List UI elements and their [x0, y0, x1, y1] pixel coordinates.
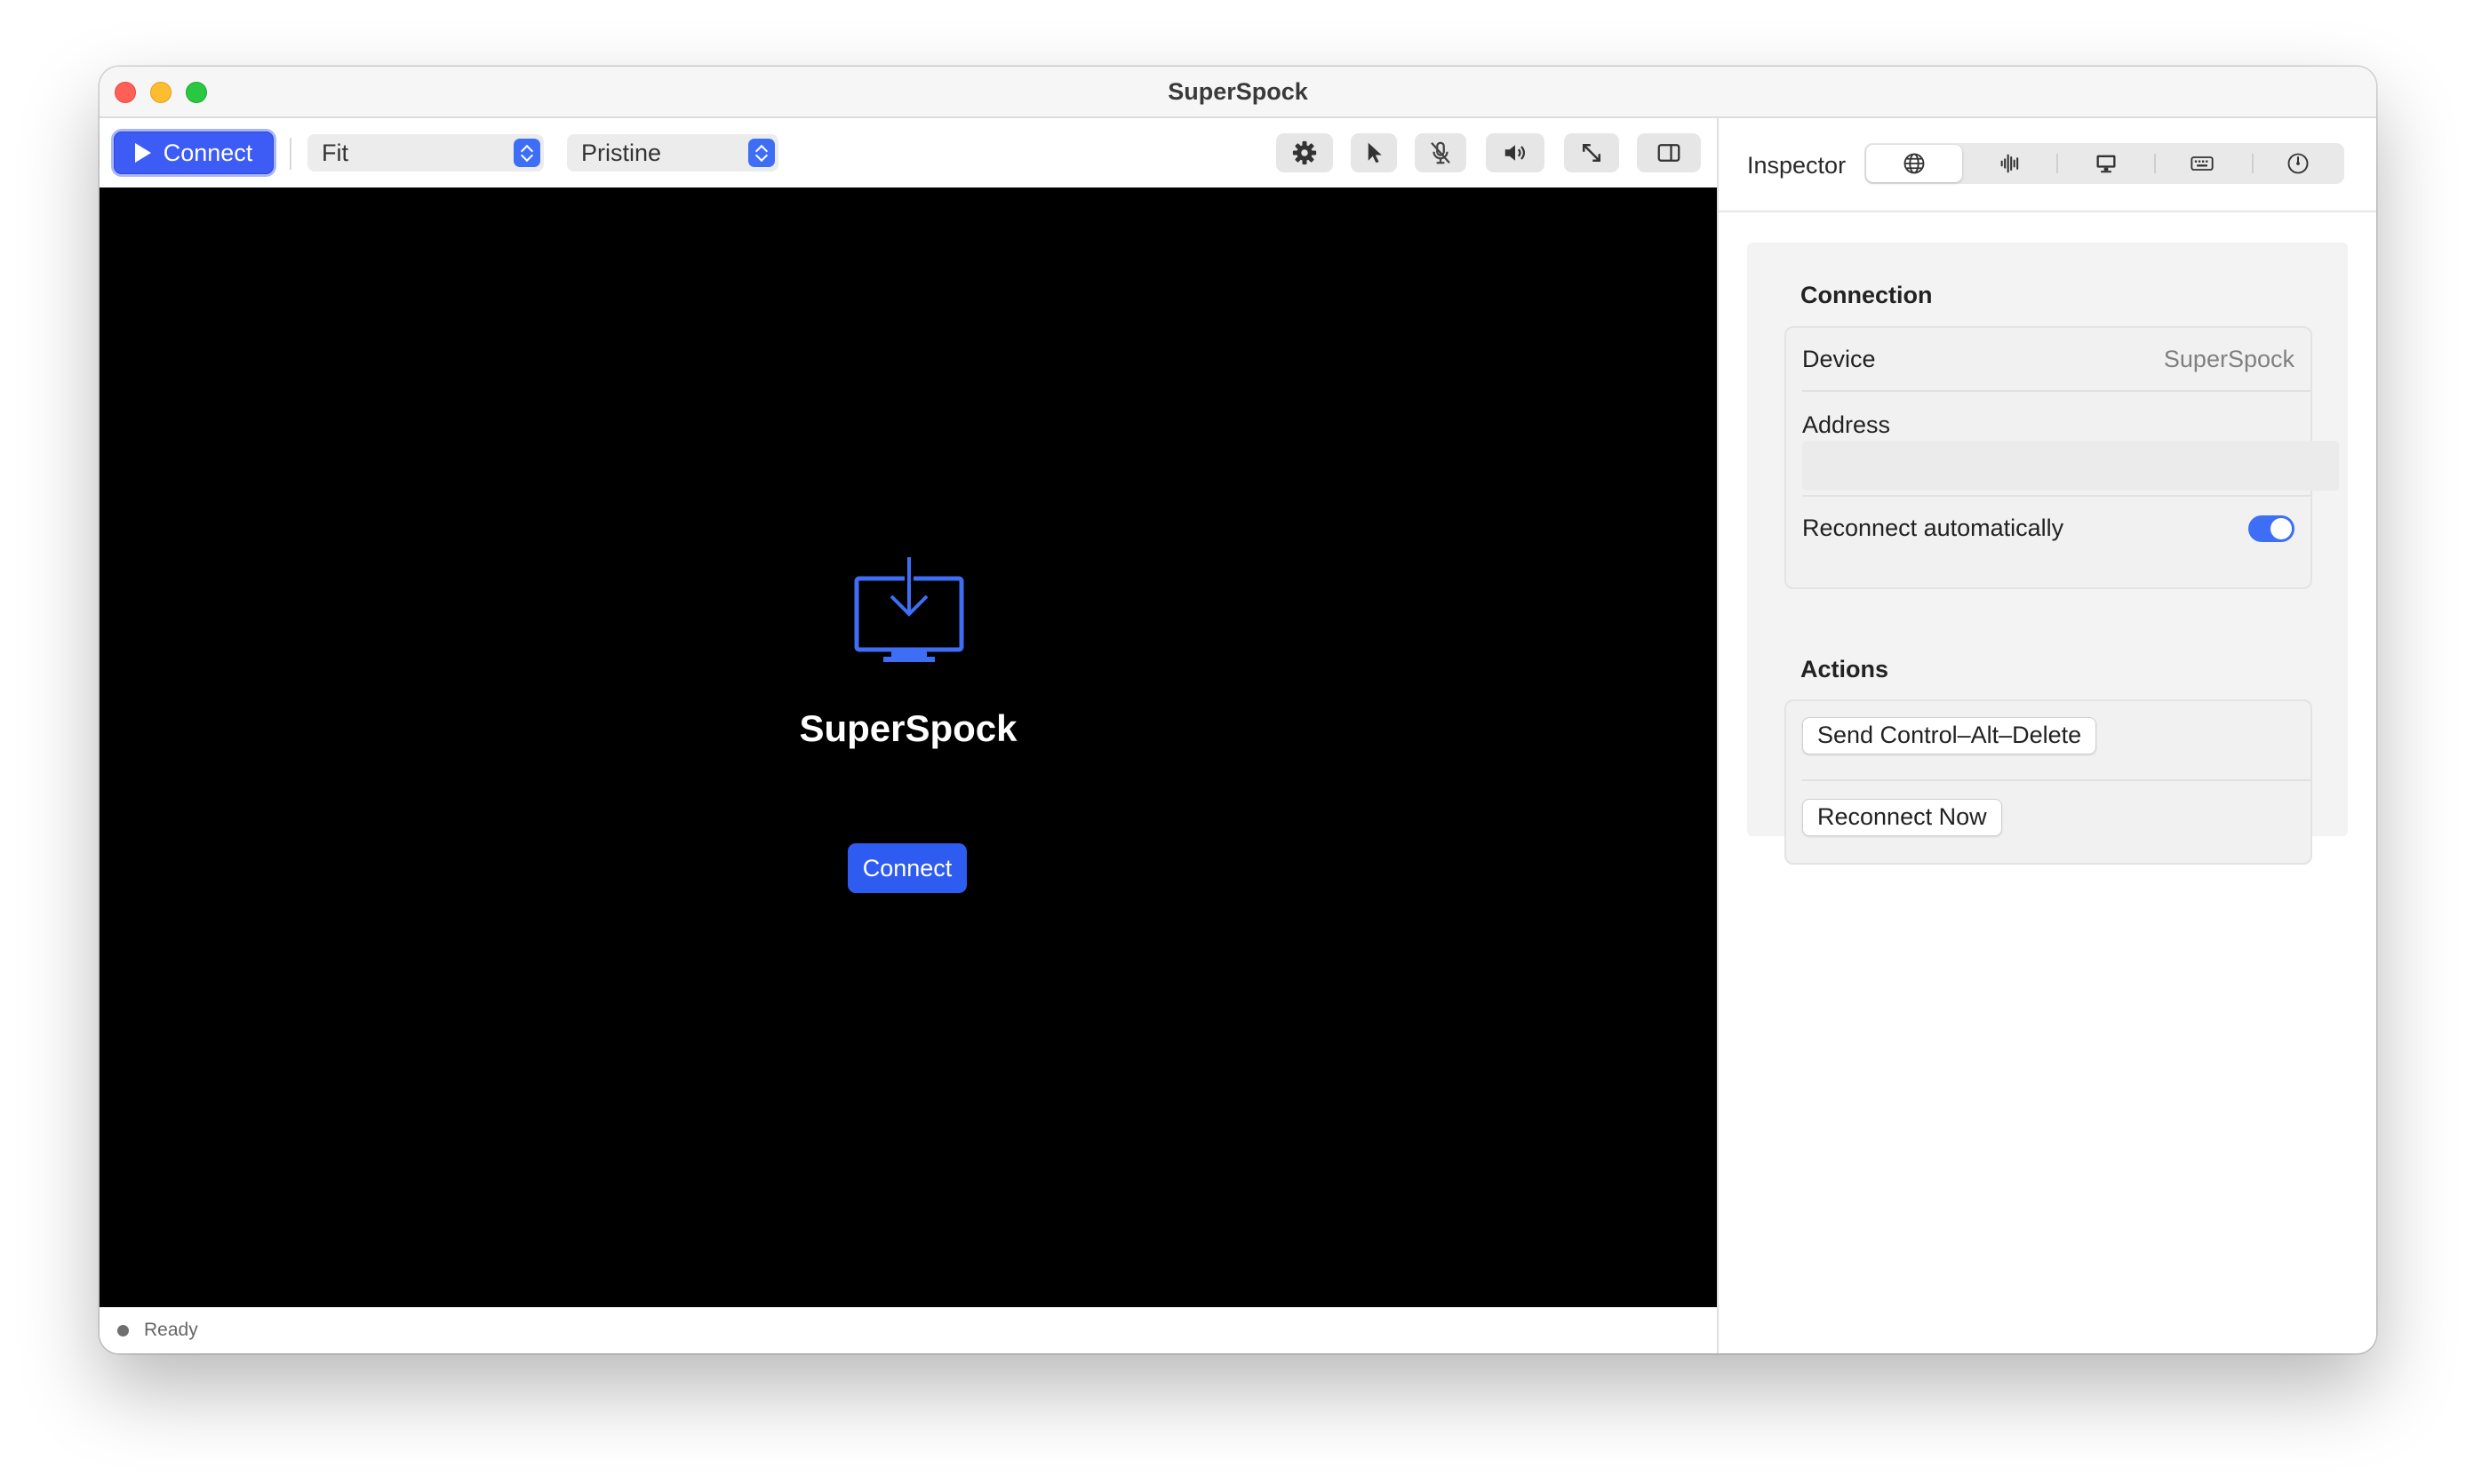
scaling-select-value: Fit [322, 140, 348, 166]
toggle-sidebar-button[interactable] [1637, 133, 1701, 172]
status-indicator [117, 1325, 129, 1336]
tab-performance[interactable] [2250, 143, 2346, 184]
fullscreen-button[interactable] [1564, 133, 1619, 172]
chevron-updown-icon [514, 139, 540, 167]
gear-icon [1292, 140, 1317, 165]
device-name-heading: SuperSpock [799, 707, 1018, 749]
tab-display[interactable] [2058, 143, 2154, 184]
tab-keyboard[interactable] [2154, 143, 2250, 184]
mic-muted-icon [1431, 141, 1450, 164]
reconnect-automatically-label: Reconnect automatically [1802, 515, 2064, 541]
app-window: SuperSpock Connect Fit Pristine SuperSpo… [100, 67, 2376, 1353]
connection-group: Device SuperSpock Address Reconnect auto… [1784, 326, 2339, 589]
quality-select-value: Pristine [581, 140, 662, 166]
inspector-tab-bar [1864, 143, 2344, 184]
actions-group: Send Control–Alt–Delete Reconnect Now [1784, 699, 2312, 865]
audio-button[interactable] [1486, 133, 1544, 172]
row-divider [1802, 495, 2310, 497]
toggle-knob [2270, 518, 2292, 539]
actions-section-title: Actions [1800, 656, 1889, 682]
keyboard-icon [2191, 156, 2214, 171]
row-divider [1802, 390, 2310, 392]
address-field[interactable] [1802, 441, 2339, 491]
status-bar: Ready [100, 1307, 1717, 1353]
status-text: Ready [144, 1320, 198, 1340]
monitor-download-icon [854, 557, 964, 662]
reconnect-now-button[interactable]: Reconnect Now [1802, 799, 2002, 836]
microphone-button[interactable] [1415, 133, 1466, 172]
gauge-icon [2287, 153, 2309, 174]
inspector-content: Connection Device SuperSpock Address Rec… [1747, 243, 2348, 865]
tab-network[interactable] [1866, 145, 1962, 182]
row-divider [1802, 779, 2310, 781]
chevron-updown-icon [748, 139, 775, 167]
viewport-connect-button[interactable]: Connect [848, 843, 967, 893]
inspector-header: Inspector [1719, 118, 2376, 212]
title-bar: SuperSpock [100, 67, 2376, 118]
play-icon [134, 143, 151, 163]
remote-pane: Connect Fit Pristine SuperSpock Connect … [100, 118, 1717, 1353]
toolbar-connect-button[interactable]: Connect [114, 132, 274, 174]
inspector-panel: Inspector Connection Device SuperSpock A… [1719, 118, 2376, 1353]
connection-section-title: Connection [1800, 282, 1933, 308]
settings-button[interactable] [1276, 133, 1333, 172]
quality-select[interactable]: Pristine [567, 134, 778, 172]
waveform-icon [2000, 154, 2019, 173]
toolbar-connect-label: Connect [163, 139, 253, 166]
resize-icon [1583, 144, 1600, 162]
toolbar-divider [290, 138, 291, 170]
toolbar: Connect Fit Pristine [100, 118, 1717, 187]
reconnect-automatically-toggle[interactable] [2248, 515, 2294, 542]
speaker-icon [1504, 145, 1525, 161]
scaling-select[interactable]: Fit [307, 134, 544, 172]
remote-viewport[interactable]: SuperSpock Connect [100, 187, 1717, 1307]
sidebar-icon [1657, 144, 1680, 162]
window-title: SuperSpock [1168, 78, 1308, 105]
globe-icon [1903, 153, 1925, 174]
tab-audio[interactable] [1962, 143, 2058, 184]
pointer-icon [1368, 142, 1382, 164]
address-label: Address [1802, 411, 1891, 438]
device-value: SuperSpock [2163, 346, 2294, 372]
send-ctrl-alt-delete-button[interactable]: Send Control–Alt–Delete [1802, 717, 2097, 754]
inspector-label: Inspector [1747, 152, 1847, 179]
display-icon [2096, 155, 2116, 173]
device-label: Device [1802, 346, 1876, 372]
pointer-button[interactable] [1351, 133, 1397, 172]
